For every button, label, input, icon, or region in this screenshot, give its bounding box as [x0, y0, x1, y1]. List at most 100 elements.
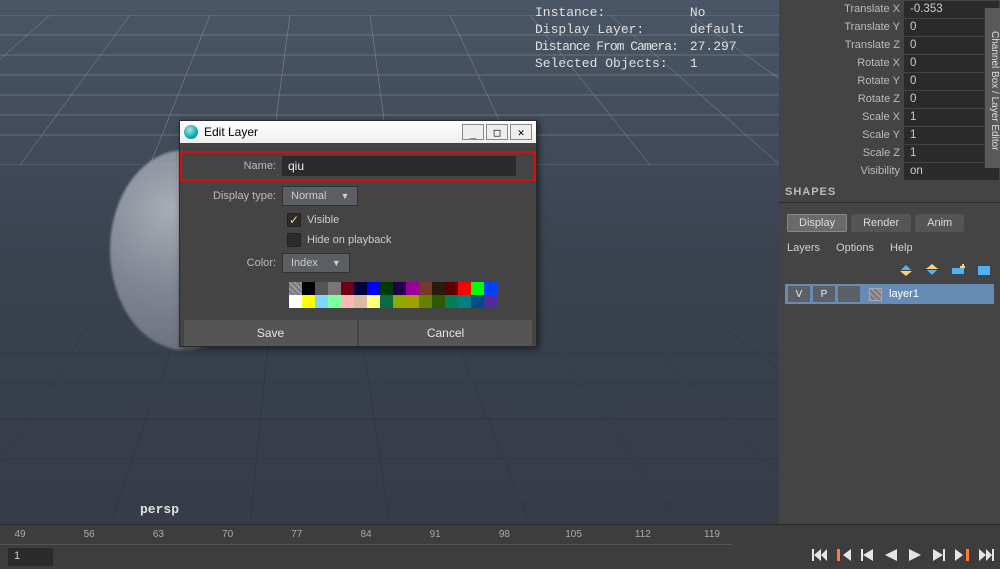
- step-back-icon[interactable]: [858, 547, 876, 563]
- dialog-title: Edit Layer: [204, 125, 258, 139]
- play-back-icon[interactable]: [882, 547, 900, 563]
- close-button[interactable]: ✕: [510, 124, 532, 140]
- display-type-label: Display type:: [184, 190, 282, 202]
- step-forward-icon[interactable]: [930, 547, 948, 563]
- timeline-ticks[interactable]: 4956637077849198105112119: [0, 525, 732, 545]
- color-swatch[interactable]: [393, 295, 406, 308]
- step-forward-key-icon[interactable]: [954, 547, 972, 563]
- layer-color-swatch[interactable]: [869, 288, 882, 301]
- color-swatch[interactable]: [471, 282, 484, 295]
- play-forward-icon[interactable]: [906, 547, 924, 563]
- color-swatch[interactable]: [419, 295, 432, 308]
- chevron-down-icon: ▼: [332, 258, 341, 268]
- tick-label: 119: [704, 529, 720, 540]
- color-swatch[interactable]: [432, 295, 445, 308]
- new-layer-icon[interactable]: [976, 262, 992, 278]
- color-swatch[interactable]: [380, 282, 393, 295]
- channel-box-side-tab[interactable]: Channel Box / Layer Editor: [984, 8, 1000, 168]
- menu-help[interactable]: Help: [890, 242, 913, 254]
- maximize-button[interactable]: □: [486, 124, 508, 140]
- color-swatch[interactable]: [484, 295, 497, 308]
- color-swatch[interactable]: [445, 295, 458, 308]
- channel-box-panel: Translate X-0.353 Translate Y0 Translate…: [779, 0, 1000, 524]
- tab-render[interactable]: Render: [851, 214, 911, 232]
- playback-controls: [810, 547, 996, 563]
- tick-label: 70: [222, 529, 233, 540]
- layer-visibility-toggle[interactable]: V: [788, 286, 810, 302]
- layer-move-down-icon[interactable]: [924, 262, 940, 278]
- divider: [779, 202, 1000, 203]
- layer-toolbar: [779, 260, 1000, 284]
- color-swatch[interactable]: [406, 295, 419, 308]
- color-swatch[interactable]: [354, 282, 367, 295]
- edit-layer-dialog: Edit Layer _ □ ✕ Name: Display type: Nor…: [179, 120, 537, 347]
- color-swatch[interactable]: [432, 282, 445, 295]
- color-swatch[interactable]: [354, 295, 367, 308]
- chevron-down-icon: ▼: [340, 191, 349, 201]
- color-label: Color:: [184, 257, 282, 269]
- name-label: Name:: [184, 160, 282, 172]
- menu-layers[interactable]: Layers: [787, 242, 820, 254]
- color-swatch[interactable]: [367, 282, 380, 295]
- color-swatch[interactable]: [328, 295, 341, 308]
- tick-label: 112: [635, 529, 651, 540]
- color-swatch[interactable]: [302, 295, 315, 308]
- go-to-start-icon[interactable]: [810, 547, 828, 563]
- tick-label: 105: [565, 529, 582, 540]
- tick-label: 49: [14, 529, 25, 540]
- color-swatch[interactable]: [458, 282, 471, 295]
- color-swatch[interactable]: [471, 295, 484, 308]
- color-swatch-grid: [287, 280, 532, 310]
- color-swatch[interactable]: [458, 295, 471, 308]
- visible-checkbox[interactable]: [287, 213, 301, 227]
- color-swatch[interactable]: [328, 282, 341, 295]
- current-frame-field[interactable]: 1: [8, 548, 53, 566]
- menu-options[interactable]: Options: [836, 242, 874, 254]
- layer-playback-toggle[interactable]: P: [813, 286, 835, 302]
- cancel-button[interactable]: Cancel: [359, 320, 532, 346]
- color-swatch[interactable]: [289, 295, 302, 308]
- color-swatch[interactable]: [380, 295, 393, 308]
- name-input[interactable]: [282, 156, 516, 176]
- color-swatch[interactable]: [484, 282, 497, 295]
- tick-label: 98: [499, 529, 510, 540]
- save-button[interactable]: Save: [184, 320, 357, 346]
- color-swatch[interactable]: [419, 282, 432, 295]
- channel-rows: Translate X-0.353 Translate Y0 Translate…: [779, 0, 1000, 180]
- viewport-camera-label: persp: [140, 502, 179, 517]
- color-swatch[interactable]: [445, 282, 458, 295]
- dialog-titlebar[interactable]: Edit Layer _ □ ✕: [180, 121, 536, 143]
- tick-label: 56: [84, 529, 95, 540]
- go-to-end-icon[interactable]: [978, 547, 996, 563]
- layer-move-up-icon[interactable]: [898, 262, 914, 278]
- color-swatch[interactable]: [302, 282, 315, 295]
- color-swatch[interactable]: [341, 295, 354, 308]
- color-swatch[interactable]: [341, 282, 354, 295]
- color-swatch[interactable]: [406, 282, 419, 295]
- tick-label: 84: [360, 529, 371, 540]
- display-type-dropdown[interactable]: Normal▼: [282, 186, 358, 206]
- app-icon: [184, 125, 198, 139]
- hide-on-playback-label: Hide on playback: [307, 234, 391, 246]
- color-swatch[interactable]: [315, 282, 328, 295]
- timeline[interactable]: 4956637077849198105112119 1: [0, 524, 1000, 569]
- hud-info: Instance:No Display Layer:default Distan…: [533, 3, 756, 73]
- new-layer-plus-icon[interactable]: [950, 262, 966, 278]
- color-mode-dropdown[interactable]: Index▼: [282, 253, 350, 273]
- color-swatch[interactable]: [315, 295, 328, 308]
- color-swatch-none[interactable]: [289, 282, 302, 295]
- tab-display[interactable]: Display: [787, 214, 847, 232]
- tick-label: 77: [291, 529, 302, 540]
- shapes-section-label: SHAPES: [779, 180, 1000, 200]
- color-swatch[interactable]: [393, 282, 406, 295]
- layer-row[interactable]: V P layer1: [785, 284, 994, 304]
- layer-menubar: Layers Options Help: [779, 236, 1000, 260]
- step-back-key-icon[interactable]: [834, 547, 852, 563]
- layer-name: layer1: [889, 288, 919, 300]
- hide-on-playback-checkbox[interactable]: [287, 233, 301, 247]
- color-swatch[interactable]: [367, 295, 380, 308]
- minimize-button[interactable]: _: [462, 124, 484, 140]
- layer-display-type-toggle[interactable]: [838, 286, 860, 302]
- tick-label: 91: [430, 529, 441, 540]
- tab-anim[interactable]: Anim: [915, 214, 964, 232]
